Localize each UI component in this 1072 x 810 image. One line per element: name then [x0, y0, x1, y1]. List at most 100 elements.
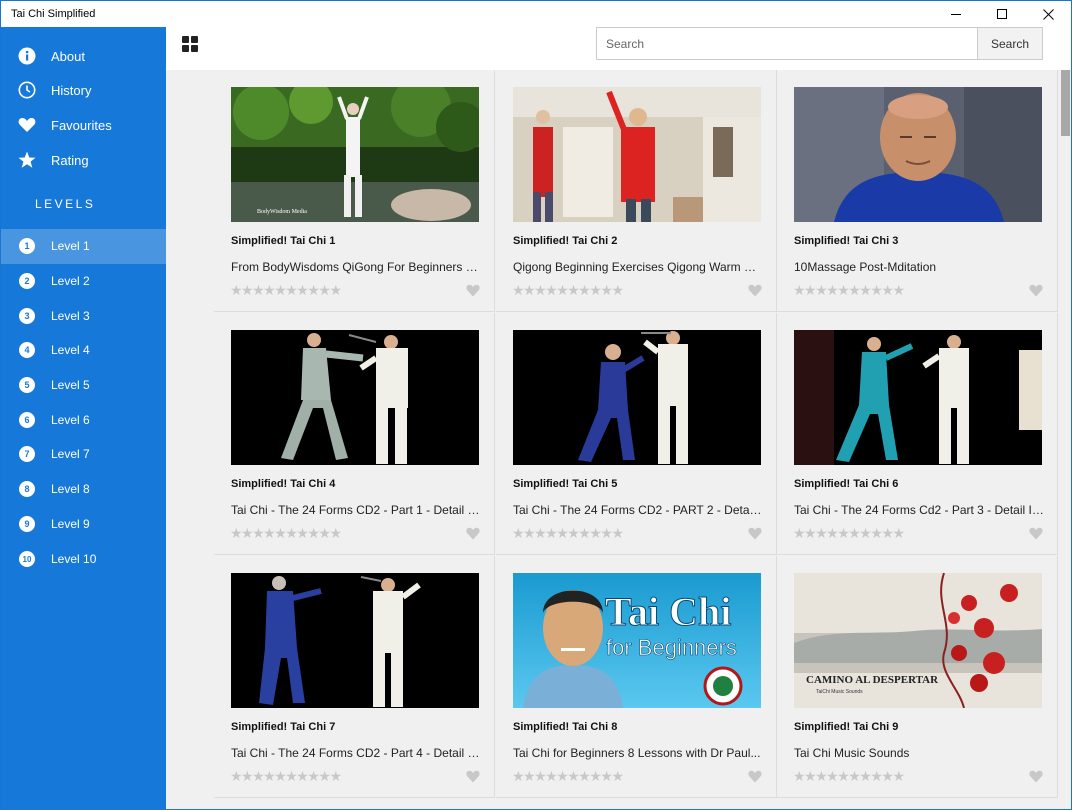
- video-thumbnail[interactable]: [231, 573, 479, 708]
- sidebar-item-level-6[interactable]: 6 Level 6: [1, 403, 166, 438]
- level-number-badge: 7: [19, 446, 35, 462]
- video-title: Simplified! Tai Chi 6: [794, 478, 899, 490]
- search-button[interactable]: Search: [977, 27, 1043, 60]
- rating-stars[interactable]: ★★★★★★★★★★: [793, 768, 905, 785]
- sidebar-item-rating[interactable]: Rating: [1, 143, 166, 177]
- level-label: Level 1: [51, 239, 90, 253]
- rating-stars[interactable]: ★★★★★★★★★★: [230, 282, 342, 299]
- video-card[interactable]: BodyWisdom Media Simplified! Tai Chi 1 F…: [214, 70, 495, 312]
- sidebar-item-level-9[interactable]: 9 Level 9: [1, 507, 166, 542]
- close-icon: [1042, 8, 1054, 20]
- rating-stars[interactable]: ★★★★★★★★★★: [793, 282, 905, 299]
- level-label: Level 6: [51, 413, 90, 427]
- level-number-badge: 6: [19, 412, 35, 428]
- rating-stars[interactable]: ★★★★★★★★★★: [512, 282, 624, 299]
- level-number-badge: 4: [19, 342, 35, 358]
- favourite-heart-icon[interactable]: [1029, 527, 1043, 540]
- favourite-heart-icon[interactable]: [1029, 284, 1043, 297]
- sidebar-item-level-5[interactable]: 5 Level 5: [1, 368, 166, 403]
- sidebar-item-label: Rating: [51, 152, 89, 168]
- level-number-badge: 3: [19, 308, 35, 324]
- video-card[interactable]: Simplified! Tai Chi 2 Qigong Beginning E…: [496, 70, 777, 312]
- video-title: Simplified! Tai Chi 5: [513, 478, 618, 490]
- video-thumbnail[interactable]: Tai Chi for Beginners: [513, 573, 761, 708]
- level-label: Level 3: [51, 309, 90, 323]
- grid-view-icon[interactable]: [182, 36, 199, 53]
- favourite-heart-icon[interactable]: [466, 284, 480, 297]
- sidebar-item-level-1[interactable]: 1 Level 1: [1, 229, 166, 264]
- video-description: From BodyWisdoms QiGong For Beginners wi…: [231, 260, 481, 274]
- thumbnail-title: Tai Chi: [605, 589, 731, 634]
- video-description: Tai Chi - The 24 Forms CD2 - PART 2 - De…: [513, 503, 763, 517]
- video-card[interactable]: CAMINO AL DESPERTAR TaiChi Music Sounds …: [777, 556, 1058, 798]
- video-card[interactable]: Simplified! Tai Chi 5 Tai Chi - The 24 F…: [496, 313, 777, 555]
- level-label: Level 2: [51, 274, 90, 288]
- sidebar-item-level-3[interactable]: 3 Level 3: [1, 299, 166, 334]
- sidebar-item-level-7[interactable]: 7 Level 7: [1, 437, 166, 472]
- level-label: Level 10: [51, 552, 97, 566]
- sidebar-item-favourites[interactable]: Favourites: [1, 108, 166, 142]
- sidebar-item-about[interactable]: About: [1, 39, 166, 73]
- video-thumbnail[interactable]: [513, 87, 761, 222]
- sidebar-item-level-10[interactable]: 10 Level 10: [1, 542, 166, 577]
- app-window: Tai Chi Simplified About History Favouri…: [0, 0, 1072, 810]
- level-number-badge: 9: [19, 516, 35, 532]
- favourite-heart-icon[interactable]: [466, 770, 480, 783]
- video-thumbnail[interactable]: [794, 87, 1042, 222]
- video-description: Qigong Beginning Exercises Qigong Warm U…: [513, 260, 763, 274]
- video-description: Tai Chi - The 24 Forms CD2 - Part 1 - De…: [231, 503, 481, 517]
- video-thumbnail[interactable]: [794, 330, 1042, 465]
- rating-stars[interactable]: ★★★★★★★★★★: [793, 525, 905, 542]
- favourite-heart-icon[interactable]: [748, 527, 762, 540]
- level-number-badge: 2: [19, 273, 35, 289]
- favourite-heart-icon[interactable]: [748, 770, 762, 783]
- video-thumbnail[interactable]: BodyWisdom Media: [231, 87, 479, 222]
- level-number-badge: 5: [19, 377, 35, 393]
- levels-heading: LEVELS: [35, 197, 96, 211]
- video-description: Tai Chi for Beginners 8 Lessons with Dr …: [513, 746, 761, 760]
- sidebar-item-label: About: [51, 48, 85, 64]
- sidebar-item-level-4[interactable]: 4 Level 4: [1, 333, 166, 368]
- video-description: 10Massage Post-Mditation: [794, 260, 937, 274]
- maximize-button[interactable]: [979, 1, 1025, 27]
- rating-stars[interactable]: ★★★★★★★★★★: [230, 768, 342, 785]
- video-card[interactable]: Simplified! Tai Chi 4 Tai Chi - The 24 F…: [214, 313, 495, 555]
- video-title: Simplified! Tai Chi 3: [794, 235, 899, 247]
- favourite-heart-icon[interactable]: [748, 284, 762, 297]
- video-title: Simplified! Tai Chi 7: [231, 721, 336, 733]
- video-title: Simplified! Tai Chi 2: [513, 235, 618, 247]
- video-card[interactable]: Simplified! Tai Chi 7 Tai Chi - The 24 F…: [214, 556, 495, 798]
- info-icon: [18, 47, 36, 65]
- video-thumbnail[interactable]: [513, 330, 761, 465]
- search-input[interactable]: [596, 27, 978, 60]
- sidebar-item-history[interactable]: History: [1, 73, 166, 107]
- video-grid: BodyWisdom Media Simplified! Tai Chi 1 F…: [166, 70, 1059, 809]
- video-card[interactable]: Simplified! Tai Chi 6 Tai Chi - The 24 F…: [777, 313, 1058, 555]
- sidebar-item-level-8[interactable]: 8 Level 8: [1, 472, 166, 507]
- close-button[interactable]: [1025, 1, 1071, 27]
- favourite-heart-icon[interactable]: [1029, 770, 1043, 783]
- rating-stars[interactable]: ★★★★★★★★★★: [512, 768, 624, 785]
- video-thumbnail[interactable]: [231, 330, 479, 465]
- sidebar-item-level-2[interactable]: 2 Level 2: [1, 264, 166, 299]
- video-card[interactable]: Tai Chi for Beginners Simplified! Tai Ch…: [496, 556, 777, 798]
- video-description: Tai Chi Music Sounds: [794, 746, 910, 760]
- vertical-scrollbar[interactable]: [1059, 70, 1071, 809]
- star-icon: [18, 151, 36, 169]
- video-card[interactable]: Simplified! Tai Chi 3 10Massage Post-Mdi…: [777, 70, 1058, 312]
- scrollbar-thumb[interactable]: [1061, 70, 1070, 136]
- minimize-button[interactable]: [933, 1, 979, 27]
- level-label: Level 4: [51, 343, 90, 357]
- video-description: Tai Chi - The 24 Forms CD2 - Part 4 - De…: [231, 746, 481, 760]
- level-label: Level 8: [51, 482, 90, 496]
- rating-stars[interactable]: ★★★★★★★★★★: [512, 525, 624, 542]
- sidebar-item-label: History: [51, 82, 92, 98]
- video-thumbnail[interactable]: CAMINO AL DESPERTAR TaiChi Music Sounds: [794, 573, 1042, 708]
- rating-stars[interactable]: ★★★★★★★★★★: [230, 525, 342, 542]
- level-number-badge: 8: [19, 481, 35, 497]
- thumbnail-title: CAMINO AL DESPERTAR: [806, 674, 939, 686]
- video-title: Simplified! Tai Chi 8: [513, 721, 618, 733]
- favourite-heart-icon[interactable]: [466, 527, 480, 540]
- video-title: Simplified! Tai Chi 1: [231, 235, 336, 247]
- clock-icon: [18, 81, 36, 99]
